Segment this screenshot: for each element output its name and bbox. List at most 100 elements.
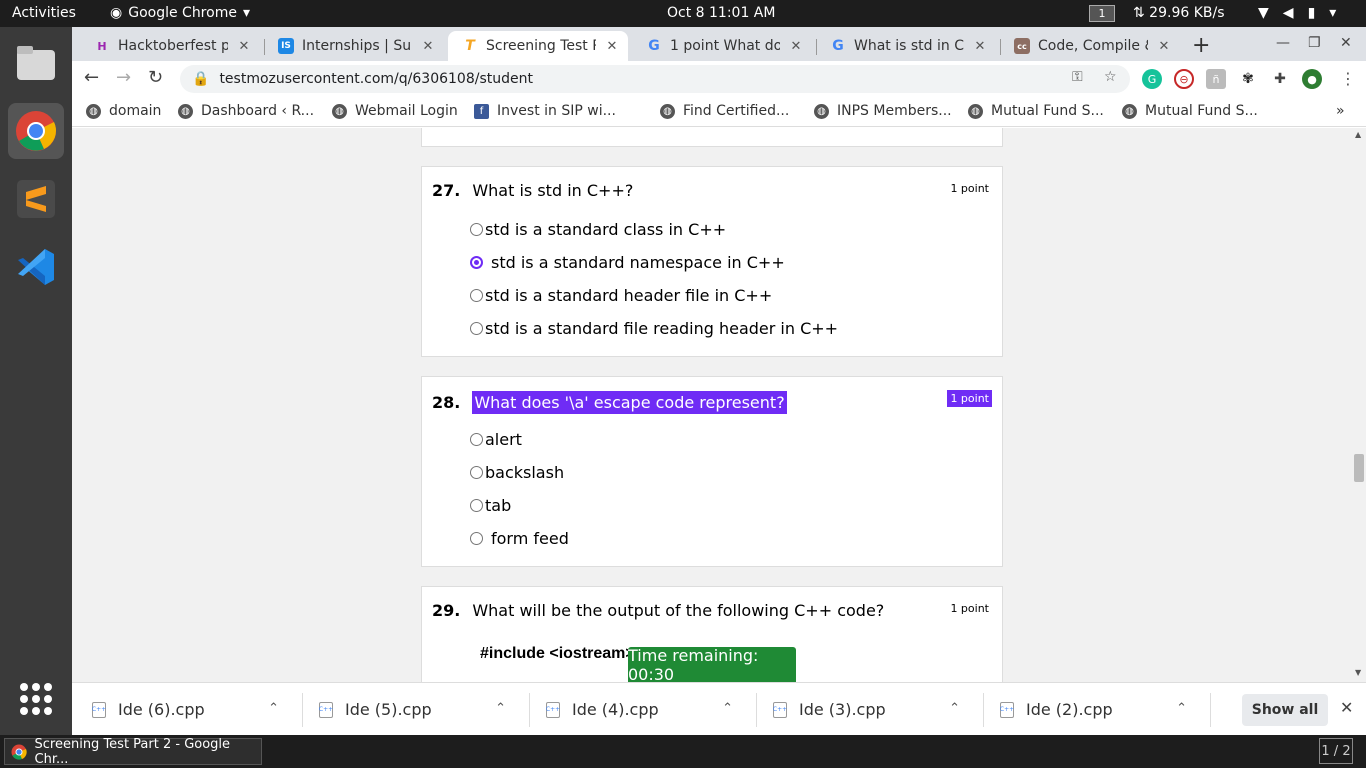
tab-code-compile[interactable]: cc Code, Compile & R ✕ bbox=[1000, 31, 1180, 61]
extension-icon[interactable]: ⊖ bbox=[1174, 69, 1194, 89]
download-item[interactable]: C++ Ide (4).cpp ⌃ bbox=[526, 683, 753, 736]
close-tab-icon[interactable]: ✕ bbox=[788, 39, 804, 54]
more-bookmarks-icon[interactable]: » bbox=[1336, 103, 1345, 119]
download-item[interactable]: C++ Ide (6).cpp ⌃ bbox=[72, 683, 299, 736]
chevron-up-icon[interactable]: ⌃ bbox=[268, 701, 279, 716]
radio-button[interactable] bbox=[470, 499, 483, 512]
radio-button[interactable] bbox=[470, 433, 483, 446]
answer-option[interactable]: std is a standard class in C++ bbox=[470, 220, 726, 239]
app-menu[interactable]: ◉ Google Chrome ▾ bbox=[110, 5, 250, 21]
answer-option[interactable]: form feed bbox=[470, 529, 569, 548]
chevron-up-icon[interactable]: ⌃ bbox=[495, 701, 506, 716]
extension-icon[interactable]: ñ bbox=[1206, 69, 1226, 89]
bookmark-item[interactable]: ◍ domain bbox=[86, 103, 161, 119]
scrollbar-thumb[interactable] bbox=[1354, 454, 1364, 482]
dock-sublime[interactable] bbox=[8, 171, 64, 227]
profile-avatar[interactable]: ● bbox=[1302, 69, 1322, 89]
close-tab-icon[interactable]: ✕ bbox=[604, 39, 620, 54]
forward-arrow-icon[interactable]: → bbox=[116, 67, 131, 88]
tab-hacktoberfest[interactable]: H Hacktoberfest pr ✕ bbox=[80, 31, 260, 61]
answer-option[interactable]: backslash bbox=[470, 463, 564, 482]
globe-icon: ◍ bbox=[1122, 103, 1137, 119]
close-tab-icon[interactable]: ✕ bbox=[972, 39, 988, 54]
dock-files[interactable] bbox=[8, 35, 64, 91]
radio-button-checked[interactable] bbox=[470, 256, 483, 269]
ideone-favicon-icon: cc bbox=[1014, 38, 1030, 54]
close-window-icon[interactable]: ✕ bbox=[1340, 35, 1352, 51]
clock[interactable]: Oct 8 11:01 AM bbox=[667, 5, 775, 21]
radio-button[interactable] bbox=[470, 532, 483, 545]
bookmark-item[interactable]: ◍ Dashboard ‹ R... bbox=[178, 103, 314, 119]
question-number: 29. bbox=[432, 601, 461, 620]
reload-icon[interactable]: ↻ bbox=[148, 67, 163, 88]
tab-google-search-2[interactable]: G What is std in C+ ✕ bbox=[816, 31, 996, 61]
points-badge: 1 point bbox=[950, 182, 989, 195]
files-icon bbox=[17, 46, 55, 80]
bookmark-item[interactable]: ◍ Mutual Fund S... bbox=[968, 103, 1104, 119]
radio-button[interactable] bbox=[470, 322, 483, 335]
restore-icon[interactable]: ❐ bbox=[1308, 35, 1321, 51]
question-text-highlighted: What does '\a' escape code represent? bbox=[472, 391, 787, 414]
address-bar[interactable]: 🔒 testmozusercontent.com/q/6306108/stude… bbox=[180, 65, 1130, 93]
answer-option[interactable]: alert bbox=[470, 430, 522, 449]
chevron-up-icon[interactable]: ⌃ bbox=[722, 701, 733, 716]
download-item[interactable]: C++ Ide (2).cpp ⌃ bbox=[980, 683, 1207, 736]
taskbar-window-item[interactable]: Screening Test Part 2 - Google Chr... bbox=[4, 737, 262, 767]
radio-button[interactable] bbox=[470, 289, 483, 302]
close-downloads-icon[interactable]: ✕ bbox=[1340, 698, 1353, 717]
answer-option[interactable]: std is a standard namespace in C++ bbox=[470, 253, 785, 272]
page-content: 27. What is std in C++? 1 point std is a… bbox=[72, 128, 1366, 682]
scroll-up-icon[interactable]: ▲ bbox=[1355, 130, 1361, 139]
question-header: 28. What does '\a' escape code represent… bbox=[432, 391, 787, 414]
close-tab-icon[interactable]: ✕ bbox=[236, 39, 252, 54]
tab-google-search-1[interactable]: G 1 point What doe ✕ bbox=[632, 31, 812, 61]
internshala-favicon-icon: IS bbox=[278, 38, 294, 54]
tab-screening-test[interactable]: T Screening Test Pa ✕ bbox=[448, 31, 628, 61]
scroll-down-icon[interactable]: ▼ bbox=[1355, 668, 1361, 677]
bookmark-item[interactable]: ◍ Mutual Fund S... bbox=[1122, 103, 1258, 119]
minimize-icon[interactable]: — bbox=[1276, 35, 1290, 51]
download-item[interactable]: C++ Ide (3).cpp ⌃ bbox=[753, 683, 980, 736]
bookmark-item[interactable]: ◍ INPS Members... bbox=[814, 103, 952, 119]
grammarly-extension-icon[interactable]: G bbox=[1142, 69, 1162, 89]
answer-option[interactable]: tab bbox=[470, 496, 511, 515]
close-tab-icon[interactable]: ✕ bbox=[420, 39, 436, 54]
radio-button[interactable] bbox=[470, 466, 483, 479]
chevron-up-icon[interactable]: ⌃ bbox=[949, 701, 960, 716]
download-filename: Ide (4).cpp bbox=[572, 700, 659, 719]
key-icon[interactable]: ⚿ bbox=[1072, 69, 1083, 85]
radio-button[interactable] bbox=[470, 223, 483, 236]
code-snippet: #include <iostream> bbox=[480, 645, 635, 662]
bookmark-item[interactable]: ◍ Webmail Login bbox=[332, 103, 458, 119]
show-applications-icon[interactable] bbox=[20, 683, 52, 715]
activities-button[interactable]: Activities bbox=[12, 5, 76, 21]
taskbar: Screening Test Part 2 - Google Chr... 1 … bbox=[0, 735, 1366, 768]
extensions-puzzle-icon[interactable]: ✚ bbox=[1270, 69, 1290, 89]
dock-chrome[interactable] bbox=[8, 103, 64, 159]
bookmark-item[interactable]: ◍ Find Certified... bbox=[660, 103, 789, 119]
workspace-pager[interactable]: 1 / 2 bbox=[1319, 738, 1353, 764]
extension-icon[interactable]: ✾ bbox=[1238, 69, 1258, 89]
back-arrow-icon[interactable]: ← bbox=[84, 67, 99, 88]
dock-vscode[interactable] bbox=[8, 239, 64, 295]
system-tray[interactable]: ▼ ◀ ▮ ▾ bbox=[1258, 5, 1336, 21]
show-all-downloads-button[interactable]: Show all bbox=[1242, 694, 1328, 726]
answer-option[interactable]: std is a standard header file in C++ bbox=[470, 286, 772, 305]
chrome-menu-icon[interactable]: ⋮ bbox=[1340, 69, 1356, 88]
bookmark-star-icon[interactable]: ☆ bbox=[1104, 69, 1117, 85]
download-item[interactable]: C++ Ide (5).cpp ⌃ bbox=[299, 683, 526, 736]
tab-title: 1 point What doe bbox=[670, 38, 780, 54]
download-filename: Ide (2).cpp bbox=[1026, 700, 1113, 719]
new-tab-button[interactable]: + bbox=[1192, 33, 1210, 58]
google-favicon-icon: G bbox=[832, 38, 844, 54]
url-text: testmozusercontent.com/q/6306108/student bbox=[219, 71, 533, 87]
cpp-file-icon: C++ bbox=[773, 701, 787, 718]
workspace-indicator[interactable]: 1 bbox=[1089, 5, 1115, 22]
chevron-up-icon[interactable]: ⌃ bbox=[1176, 701, 1187, 716]
answer-option[interactable]: std is a standard file reading header in… bbox=[470, 319, 838, 338]
close-tab-icon[interactable]: ✕ bbox=[1156, 39, 1172, 54]
page-scrollbar[interactable]: ▲ ▼ bbox=[1352, 128, 1366, 682]
tab-internships[interactable]: IS Internships | Sum ✕ bbox=[264, 31, 444, 61]
cpp-file-icon: C++ bbox=[92, 701, 106, 718]
bookmark-item[interactable]: f Invest in SIP wi... bbox=[474, 103, 616, 119]
